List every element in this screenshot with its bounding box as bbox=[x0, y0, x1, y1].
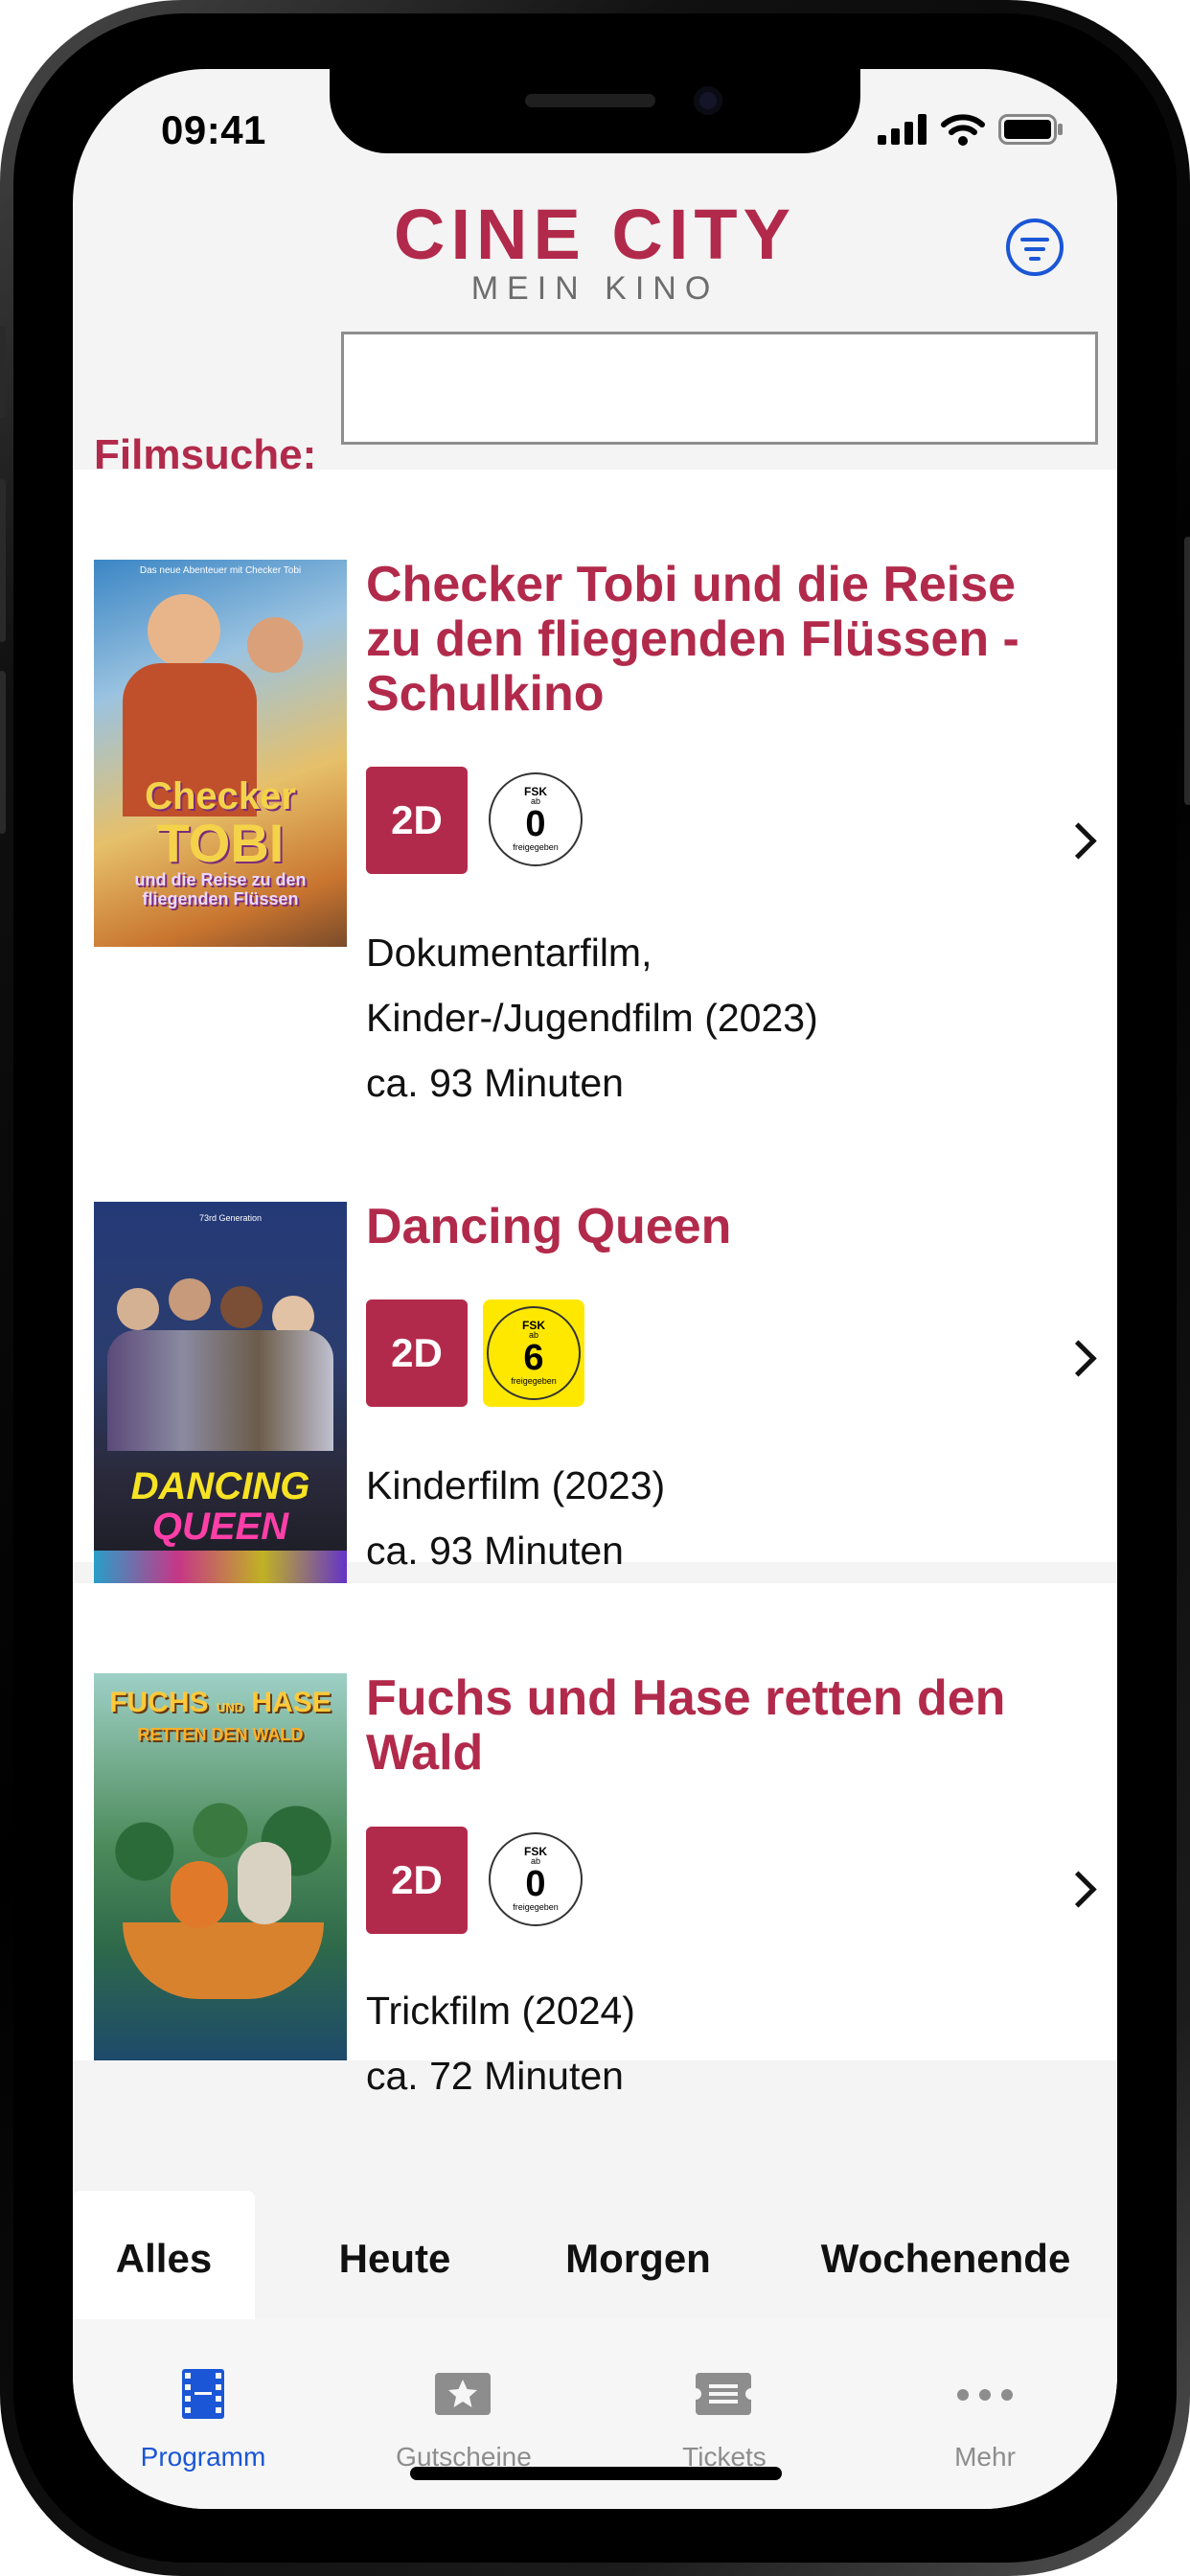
fsk-freigegeben: freigegeben bbox=[513, 1902, 559, 1912]
notch bbox=[330, 69, 860, 153]
fsk-rating-badge: FSK ab 0 freigegeben bbox=[489, 772, 583, 866]
poster-title: Checker TOBI und die Reise zu den fliege… bbox=[103, 776, 337, 908]
poster-boat bbox=[123, 1922, 324, 1999]
poster-title-line: Checker bbox=[145, 775, 296, 817]
format-badge: 2D bbox=[366, 1300, 468, 1407]
film-genre: Dokumentarfilm, Kinder-/Jugendfilm (2023… bbox=[366, 931, 818, 1040]
film-duration: ca. 93 Minuten bbox=[366, 1061, 624, 1105]
logo-main-text: CINE CITY bbox=[394, 195, 796, 274]
film-info: Kinderfilm (2023) ca. 93 Minuten bbox=[366, 1453, 864, 1583]
more-dots-icon bbox=[957, 2389, 1013, 2401]
front-camera bbox=[694, 86, 722, 115]
chevron-right-icon[interactable] bbox=[1060, 822, 1097, 860]
chevron-right-icon[interactable] bbox=[1060, 1871, 1097, 1908]
screen: 09:41 CINE CITY MEIN KINO Filmsuche: Das… bbox=[73, 69, 1117, 2509]
signal-icon bbox=[878, 114, 927, 145]
logo-sub-text: MEIN KINO bbox=[470, 270, 720, 307]
side-button bbox=[0, 326, 6, 418]
poster-title-line: QUEEN bbox=[151, 1506, 289, 1548]
film-poster: FUCHS UND HASE RETTEN DEN WALD bbox=[94, 1673, 347, 2060]
cinema-logo: CINE CITY MEIN KINO bbox=[73, 195, 1117, 307]
poster-figure bbox=[148, 594, 220, 667]
film-genre: Kinderfilm (2023) bbox=[366, 1463, 666, 1507]
poster-group bbox=[107, 1269, 333, 1451]
volume-down-button bbox=[0, 671, 6, 834]
film-duration: ca. 93 Minuten bbox=[366, 1529, 624, 1573]
filter-list-icon-line bbox=[1029, 257, 1041, 261]
film-info: Dokumentarfilm, Kinder-/Jugendfilm (2023… bbox=[366, 920, 864, 1116]
poster-title-line: FUCHS UND HASE bbox=[94, 1687, 347, 1724]
power-button bbox=[1184, 537, 1190, 805]
film-poster: Das neue Abenteuer mit Checker Tobi Chec… bbox=[94, 560, 347, 947]
film-duration: ca. 72 Minuten bbox=[366, 2054, 624, 2098]
poster-festival: 73rd Generation bbox=[199, 1213, 263, 1223]
tab-gutscheine[interactable]: Gutscheine bbox=[333, 2319, 594, 2472]
film-card[interactable]: FUCHS UND HASE RETTEN DEN WALD Fuchs und… bbox=[73, 1583, 1117, 2098]
date-filter-bar: Alles Heute Morgen Wochenende bbox=[73, 2118, 1117, 2327]
home-indicator[interactable] bbox=[410, 2467, 782, 2480]
filter-list-icon-line bbox=[1024, 247, 1045, 251]
film-card[interactable]: Das neue Abenteuer mit Checker Tobi Chec… bbox=[73, 470, 1117, 1131]
film-genre: Trickfilm (2024) bbox=[366, 1989, 635, 2033]
status-time: 09:41 bbox=[161, 107, 266, 152]
film-search-input[interactable] bbox=[341, 332, 1098, 445]
format-badge: 2D bbox=[366, 767, 468, 874]
poster-tagline: Das neue Abenteuer mit Checker Tobi bbox=[139, 565, 302, 576]
voucher-star-icon bbox=[435, 2373, 491, 2415]
battery-icon bbox=[998, 114, 1063, 145]
date-tab-alles[interactable]: Alles bbox=[73, 2191, 255, 2327]
film-title[interactable]: Fuchs und Hase retten den Wald bbox=[366, 1671, 1037, 1781]
fsk-rating-badge: FSK ab 6 freigegeben bbox=[487, 1306, 581, 1400]
film-title[interactable]: Dancing Queen bbox=[366, 1200, 1037, 1254]
bottom-tab-bar: Programm Gutscheine Tickets Mehr bbox=[73, 2319, 1117, 2509]
poster-title-word: HASE bbox=[251, 1687, 332, 1718]
fsk-freigegeben: freigegeben bbox=[513, 842, 559, 852]
ticket-icon bbox=[696, 2373, 751, 2415]
speaker bbox=[525, 94, 655, 107]
fsk-age: 0 bbox=[525, 1864, 546, 1904]
poster-title-line: DANCING bbox=[130, 1465, 310, 1507]
tab-mehr[interactable]: Mehr bbox=[855, 2319, 1115, 2472]
fsk-rating-badge: FSK ab 0 freigegeben bbox=[489, 1832, 583, 1926]
poster-title-word: FUCHS bbox=[109, 1687, 209, 1718]
fsk-age: 6 bbox=[523, 1338, 544, 1378]
poster-subtitle-line: RETTEN DEN WALD bbox=[137, 1725, 304, 1744]
date-tab-heute[interactable]: Heute bbox=[299, 2191, 491, 2327]
fsk-age: 0 bbox=[525, 804, 546, 844]
film-card[interactable]: 73rd Generation DANCING QUEEN Dancing Qu… bbox=[73, 1112, 1117, 1589]
poster-title-line: TOBI bbox=[156, 813, 285, 873]
tab-programm[interactable]: Programm bbox=[73, 2319, 333, 2472]
wifi-icon bbox=[941, 114, 985, 146]
poster-figure-2 bbox=[247, 617, 303, 673]
poster-characters bbox=[171, 1861, 228, 1928]
poster-subtitle-line: und die Reise zu den bbox=[134, 870, 307, 889]
fsk-freigegeben: freigegeben bbox=[511, 1376, 557, 1386]
film-info: Trickfilm (2024) ca. 72 Minuten bbox=[366, 1978, 864, 2108]
poster-title: FUCHS UND HASE RETTEN DEN WALD bbox=[94, 1687, 347, 1745]
date-tab-wochenende[interactable]: Wochenende bbox=[793, 2191, 1098, 2327]
film-title[interactable]: Checker Tobi und die Reise zu den fliege… bbox=[366, 558, 1037, 722]
status-icons bbox=[878, 113, 1064, 146]
film-poster: 73rd Generation DANCING QUEEN bbox=[94, 1202, 347, 1589]
tab-label: Mehr bbox=[954, 2442, 1016, 2472]
poster-title-word: UND bbox=[216, 1700, 244, 1714]
volume-up-button bbox=[0, 479, 6, 642]
tab-label: Programm bbox=[140, 2442, 266, 2472]
filter-menu-button[interactable] bbox=[1006, 218, 1064, 276]
film-strip-icon bbox=[182, 2369, 224, 2419]
filter-list-icon-line bbox=[1020, 238, 1049, 242]
chevron-right-icon[interactable] bbox=[1060, 1340, 1097, 1377]
format-badge: 2D bbox=[366, 1827, 468, 1934]
poster-title: DANCING QUEEN bbox=[94, 1466, 347, 1547]
phone-frame: 09:41 CINE CITY MEIN KINO Filmsuche: Das… bbox=[0, 0, 1190, 2576]
poster-subtitle-line: fliegenden Flüssen bbox=[142, 889, 299, 908]
date-tab-morgen[interactable]: Morgen bbox=[523, 2191, 753, 2327]
poster-characters bbox=[238, 1842, 291, 1924]
tab-tickets[interactable]: Tickets bbox=[594, 2319, 855, 2472]
